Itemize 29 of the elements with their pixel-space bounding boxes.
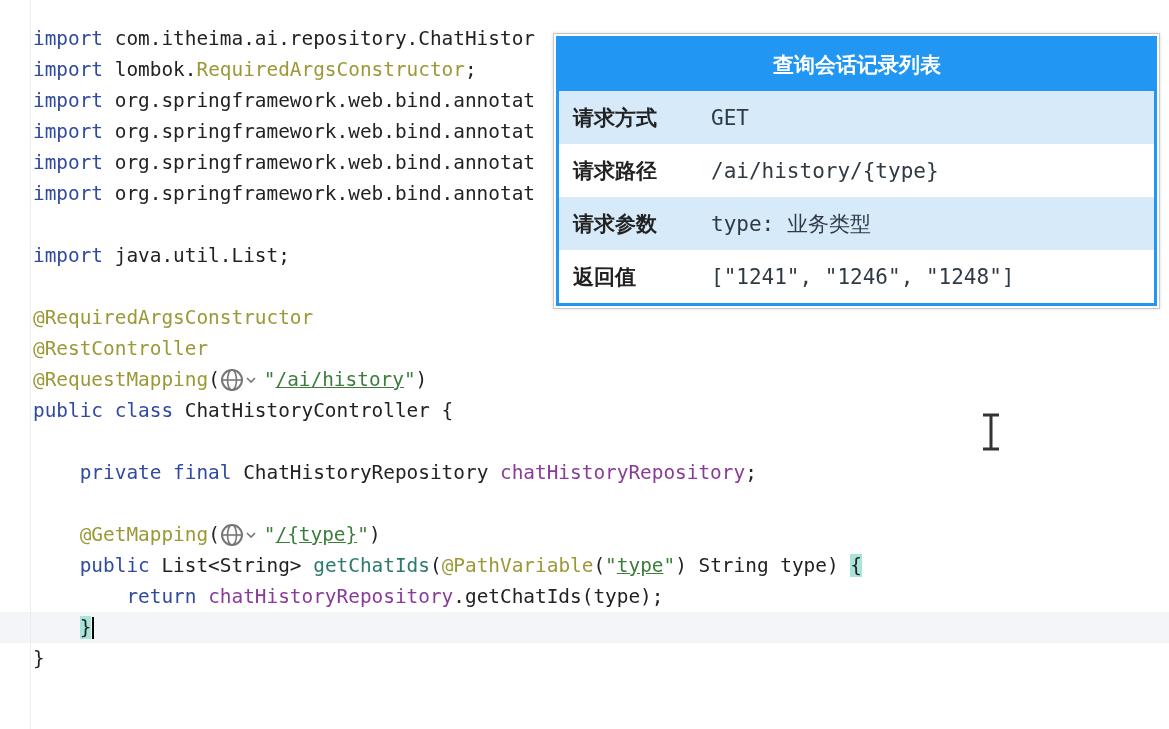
code-line: public List<String> getChatIds(@PathVariable("type") String type) { [78,554,862,577]
row-value: ["1241", "1246", "1248"] [711,264,1015,289]
code-line: import java.util.List; [33,244,290,267]
row-value: type: 业务类型 [711,210,871,238]
row-value: /ai/history/{type} [711,158,939,183]
code-line: import org.springframework.web.bind.annotat [33,151,535,174]
code-line: return chatHistoryRepository.getChatIds(type); [125,585,664,608]
code-line: @RequestMapping( [33,368,220,391]
row-label: 请求参数 [571,210,658,238]
row-label: 请求路径 [571,157,658,185]
popup-title: 查询会话记录列表 [559,39,1154,91]
code-line: @RequiredArgsConstructor [33,306,314,329]
text-cursor [92,616,95,639]
code-line: import org.springframework.web.bind.annotat [33,89,535,112]
code-line: "/{type}") [263,523,381,546]
text-cursor-icon [980,412,1002,452]
code-line: @GetMapping( [78,523,220,546]
row-label: 返回值 [572,263,637,291]
code-line: public class ChatHistoryController { [33,399,454,422]
row-value: GET [711,105,749,130]
code-line: import org.springframework.web.bind.annotat [33,120,535,143]
code-line: "/ai/history") [263,368,428,391]
code-line: import org.springframework.web.bind.annotat [33,182,535,205]
code-line: private final ChatHistoryRepository chatHistoryRepository; [78,461,757,484]
code-line: @RestController [33,337,209,360]
code-line: import lombok.RequiredArgsConstructor; [33,58,477,81]
row-label: 请求方式 [571,104,658,132]
code-line: import com.itheima.ai.repository.ChatHistor [33,27,535,50]
code-line: } [33,647,45,670]
